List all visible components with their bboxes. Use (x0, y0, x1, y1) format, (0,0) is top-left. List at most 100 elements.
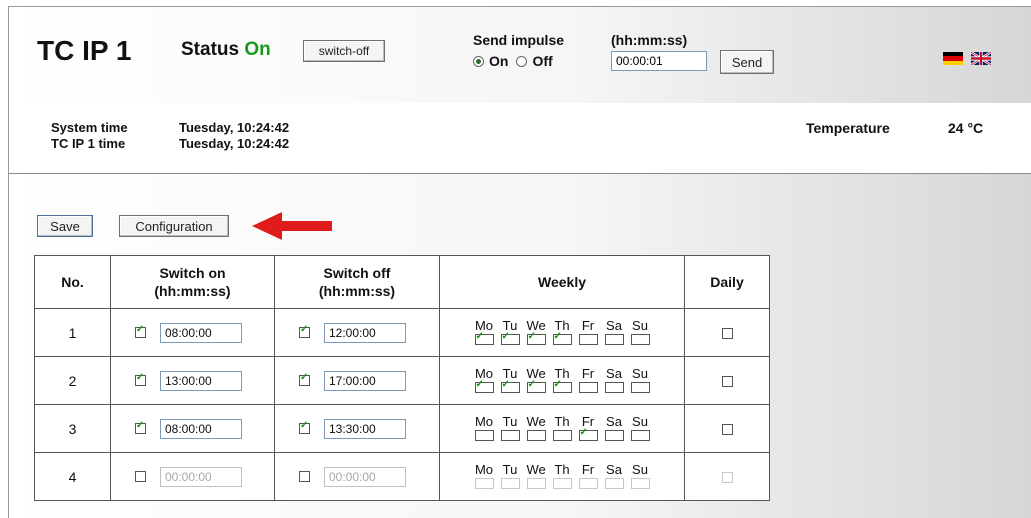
weekly-checkbox-fr[interactable] (578, 382, 598, 394)
weekly-checkbox-we[interactable] (526, 331, 546, 346)
weekly-checkbox-fr[interactable] (578, 478, 598, 490)
day-label-tu: Tu (502, 413, 518, 429)
daily-checkbox[interactable] (721, 424, 733, 436)
switch-on-cell: 00:00:00 (110, 452, 275, 501)
header-bar: TC IP 1 Status On switch-off Send impuls… (9, 7, 1031, 104)
weekly-checkbox-mo[interactable] (474, 379, 494, 394)
header-switch-off-format: (hh:mm:ss) (318, 283, 396, 299)
radio-off-label: Off (532, 53, 553, 69)
weekly-cell: Mo Tu We Th Fr Sa Su (439, 308, 685, 357)
switch-on-cell: 13:00:00 (110, 356, 275, 405)
switch-off-time-input[interactable]: 17:00:00 (324, 370, 406, 391)
switch-off-time-input[interactable]: 13:30:00 (324, 418, 406, 439)
weekly-checkbox-mo[interactable] (474, 478, 494, 490)
german-flag-icon[interactable] (943, 52, 963, 65)
switch-on-time-input[interactable]: 13:00:00 (160, 370, 242, 391)
switch-on-time-input[interactable]: 08:00:00 (160, 418, 242, 439)
switch-on-cell: 08:00:00 (110, 308, 275, 357)
day-label-sa: Sa (606, 317, 622, 333)
day-label-su: Su (632, 413, 648, 429)
radio-on-label: On (489, 53, 509, 69)
daily-checkbox[interactable] (721, 328, 733, 340)
device-time-label: TC IP 1 time (51, 136, 126, 151)
header-switch-off: Switch off (hh:mm:ss) (274, 255, 440, 309)
day-label-su: Su (632, 461, 648, 477)
weekly-checkbox-sa[interactable] (604, 382, 624, 394)
schedule-body: 1 08:00:00 12:00:00 Mo Tu We Th Fr Sa Su 2 13:00:00… (34, 308, 770, 501)
weekly-checkbox-we[interactable] (526, 478, 546, 490)
weekly-checkbox-sa[interactable] (604, 334, 624, 346)
temperature-label: Temperature (806, 120, 890, 136)
status-label: Status (181, 39, 240, 60)
uk-flag-icon[interactable] (971, 52, 991, 65)
weekly-checkbox-sa[interactable] (604, 478, 624, 490)
weekly-checkbox-th[interactable] (552, 379, 572, 394)
weekly-checkbox-tu[interactable] (500, 331, 520, 346)
info-bar: System time TC IP 1 time Tuesday, 10:24:… (9, 103, 1031, 174)
header-switch-off-label: Switch off (323, 265, 391, 281)
weekly-checkbox-tu[interactable] (500, 478, 520, 490)
table-row: 213:00:0017:00:00MoTuWeThFrSaSu (34, 356, 770, 405)
weekly-selector: Mo Tu We Th Fr Sa Su (474, 366, 650, 394)
weekly-selector: Mo Tu We Th Fr Sa Su (474, 413, 650, 442)
switch-on-cell: 08:00:00 (110, 404, 275, 453)
switch-on-checkbox[interactable] (135, 324, 146, 338)
table-row: 108:00:0012:00:00MoTuWeThFrSaSu (34, 308, 770, 357)
day-label-sa: Sa (606, 461, 622, 477)
weekly-checkbox-su[interactable] (630, 382, 650, 394)
weekly-checkbox-fr[interactable] (578, 427, 598, 442)
weekly-checkbox-th[interactable] (552, 478, 572, 490)
switch-off-checkbox[interactable] (299, 420, 310, 434)
weekly-checkbox-su[interactable] (630, 334, 650, 346)
day-label-tu: Tu (502, 461, 518, 477)
switch-off-cell: 12:00:00 (274, 308, 440, 357)
switch-off-checkbox[interactable] (299, 471, 310, 482)
header-switch-on: Switch on (hh:mm:ss) (110, 255, 275, 309)
radio-off[interactable] (516, 55, 528, 67)
send-impulse-label: Send impulse (473, 32, 565, 48)
switch-off-button[interactable]: switch-off (303, 40, 385, 62)
table-row: 4 00:00:00 00:00:00 Mo Tu We Th Fr Sa Su (34, 452, 770, 501)
day-label-we: We (526, 413, 546, 429)
switch-on-checkbox[interactable] (135, 420, 146, 434)
day-label-mo: Mo (474, 461, 494, 477)
switch-on-checkbox[interactable] (135, 372, 146, 386)
weekly-checkbox-sa[interactable] (604, 430, 624, 442)
weekly-cell: Mo Tu We Th Fr Sa Su (439, 452, 685, 501)
day-label-fr: Fr (581, 317, 595, 333)
weekly-checkbox-mo[interactable] (474, 331, 494, 346)
switch-off-cell: 00:00:00 (274, 452, 440, 501)
switch-on-checkbox[interactable] (135, 471, 146, 482)
weekly-checkbox-fr[interactable] (578, 334, 598, 346)
switch-off-time-input[interactable]: 12:00:00 (324, 322, 406, 343)
system-time-value: Tuesday, 10:24:42 (179, 120, 290, 135)
header-daily: Daily (684, 255, 770, 309)
switch-off-checkbox[interactable] (299, 324, 310, 338)
radio-on[interactable] (473, 55, 484, 67)
day-label-sa: Sa (606, 413, 622, 429)
weekly-checkbox-th[interactable] (552, 331, 572, 346)
header-switch-on-label: Switch on (159, 265, 226, 281)
daily-checkbox[interactable] (721, 472, 733, 484)
switch-off-checkbox[interactable] (299, 372, 310, 386)
weekly-checkbox-su[interactable] (630, 430, 650, 442)
day-label-we: We (526, 461, 546, 477)
weekly-checkbox-tu[interactable] (500, 430, 520, 442)
weekly-checkbox-su[interactable] (630, 478, 650, 490)
save-button[interactable]: Save (37, 215, 93, 237)
weekly-checkbox-we[interactable] (526, 430, 546, 442)
send-button[interactable]: Send (720, 50, 774, 74)
weekly-checkbox-mo[interactable] (474, 430, 494, 442)
daily-checkbox[interactable] (721, 376, 733, 388)
row-number: 3 (34, 404, 111, 453)
configuration-button[interactable]: Configuration (119, 215, 229, 237)
impulse-duration-input[interactable] (611, 51, 707, 71)
weekly-checkbox-th[interactable] (552, 430, 572, 442)
switch-off-cell: 17:00:00 (274, 356, 440, 405)
weekly-checkbox-we[interactable] (526, 379, 546, 394)
switch-on-time-input[interactable]: 08:00:00 (160, 322, 242, 343)
weekly-checkbox-tu[interactable] (500, 379, 520, 394)
weekly-selector: Mo Tu We Th Fr Sa Su (474, 461, 650, 490)
switch-on-time-input[interactable]: 00:00:00 (160, 466, 242, 487)
switch-off-time-input[interactable]: 00:00:00 (324, 466, 406, 487)
